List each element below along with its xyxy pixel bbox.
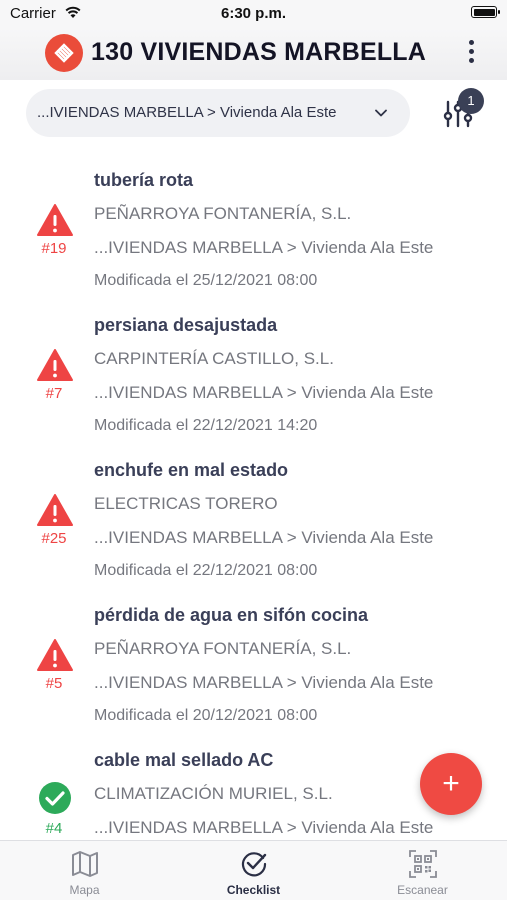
map-icon bbox=[72, 851, 98, 877]
list-item[interactable]: #19 tubería rota PEÑARROYA FONTANERÍA, S… bbox=[0, 150, 507, 295]
item-title: pérdida de agua en sifón cocina bbox=[94, 605, 369, 625]
screen: Carrier 6:30 p.m. 130 VIVIENDAS MARBELLA… bbox=[0, 0, 507, 900]
battery-icon bbox=[471, 6, 500, 18]
item-modified: Modificada el 25/12/2021 08:00 bbox=[94, 272, 318, 289]
tab-label: Mapa bbox=[69, 883, 100, 897]
qr-code-icon bbox=[409, 850, 437, 878]
list-item[interactable]: #25 enchufe en mal estado ELECTRICAS TOR… bbox=[0, 440, 507, 585]
check-circle-icon bbox=[39, 782, 71, 814]
item-title: cable mal sellado AC bbox=[94, 750, 274, 770]
list-item[interactable]: #7 persiana desajustada CARPINTERÍA CAST… bbox=[0, 295, 507, 440]
item-number: #19 bbox=[41, 240, 67, 257]
logo-icon bbox=[45, 34, 83, 72]
item-modified: Modificada el 22/12/2021 14:20 bbox=[94, 417, 318, 434]
item-number: #5 bbox=[45, 675, 63, 692]
add-button[interactable]: + bbox=[420, 753, 482, 815]
page-title: 130 VIVIENDAS MARBELLA bbox=[91, 38, 427, 66]
item-title: tubería rota bbox=[94, 170, 194, 190]
item-modified: Modificada el 22/12/2021 08:00 bbox=[94, 562, 318, 579]
warning-icon bbox=[37, 349, 73, 381]
tab-mapa[interactable]: Mapa bbox=[0, 841, 169, 900]
item-number: #7 bbox=[45, 385, 63, 402]
item-company: PEÑARROYA FONTANERÍA, S.L. bbox=[94, 639, 352, 658]
warning-icon bbox=[37, 639, 73, 671]
item-company: CLIMATIZACIÓN MURIEL, S.L. bbox=[94, 784, 333, 803]
item-title: enchufe en mal estado bbox=[94, 460, 289, 480]
tab-escanear[interactable]: Escanear bbox=[338, 841, 507, 900]
warning-icon bbox=[37, 204, 73, 236]
item-number: #4 bbox=[45, 820, 63, 837]
item-path: ...IVIENDAS MARBELLA > Vivienda Ala Este bbox=[94, 238, 434, 257]
plus-icon: + bbox=[442, 767, 460, 800]
tab-label: Escanear bbox=[397, 883, 448, 897]
item-number: #25 bbox=[41, 530, 67, 547]
item-path: ...IVIENDAS MARBELLA > Vivienda Ala Este bbox=[94, 528, 434, 547]
item-modified: Modificada el 20/12/2021 08:00 bbox=[94, 707, 318, 724]
item-company: ELECTRICAS TORERO bbox=[94, 494, 278, 513]
tab-checklist[interactable]: Checklist bbox=[169, 841, 338, 900]
status-bar: Carrier 6:30 p.m. bbox=[0, 0, 507, 28]
more-vertical-icon[interactable] bbox=[465, 40, 477, 68]
item-company: CARPINTERÍA CASTILLO, S.L. bbox=[94, 349, 334, 368]
app-header: 130 VIVIENDAS MARBELLA bbox=[0, 28, 507, 80]
tab-bar: Mapa Checklist Escanear bbox=[0, 840, 507, 900]
item-company: PEÑARROYA FONTANERÍA, S.L. bbox=[94, 204, 352, 223]
location-path: ...IVIENDAS MARBELLA > Vivienda Ala Este bbox=[37, 104, 337, 121]
location-selector[interactable]: ...IVIENDAS MARBELLA > Vivienda Ala Este bbox=[26, 89, 410, 137]
list-item[interactable]: #5 pérdida de agua en sifón cocina PEÑAR… bbox=[0, 585, 507, 730]
warning-icon bbox=[37, 494, 73, 526]
item-path: ...IVIENDAS MARBELLA > Vivienda Ala Este bbox=[94, 818, 434, 837]
filter-count-badge: 1 bbox=[458, 88, 484, 114]
item-path: ...IVIENDAS MARBELLA > Vivienda Ala Este bbox=[94, 383, 434, 402]
clock: 6:30 p.m. bbox=[220, 5, 287, 22]
checklist-icon bbox=[241, 852, 267, 877]
tab-label: Checklist bbox=[226, 883, 281, 897]
chevron-down-icon bbox=[375, 109, 387, 117]
item-path: ...IVIENDAS MARBELLA > Vivienda Ala Este bbox=[94, 673, 434, 692]
incident-list: #19 tubería rota PEÑARROYA FONTANERÍA, S… bbox=[0, 150, 507, 840]
item-title: persiana desajustada bbox=[94, 315, 278, 335]
